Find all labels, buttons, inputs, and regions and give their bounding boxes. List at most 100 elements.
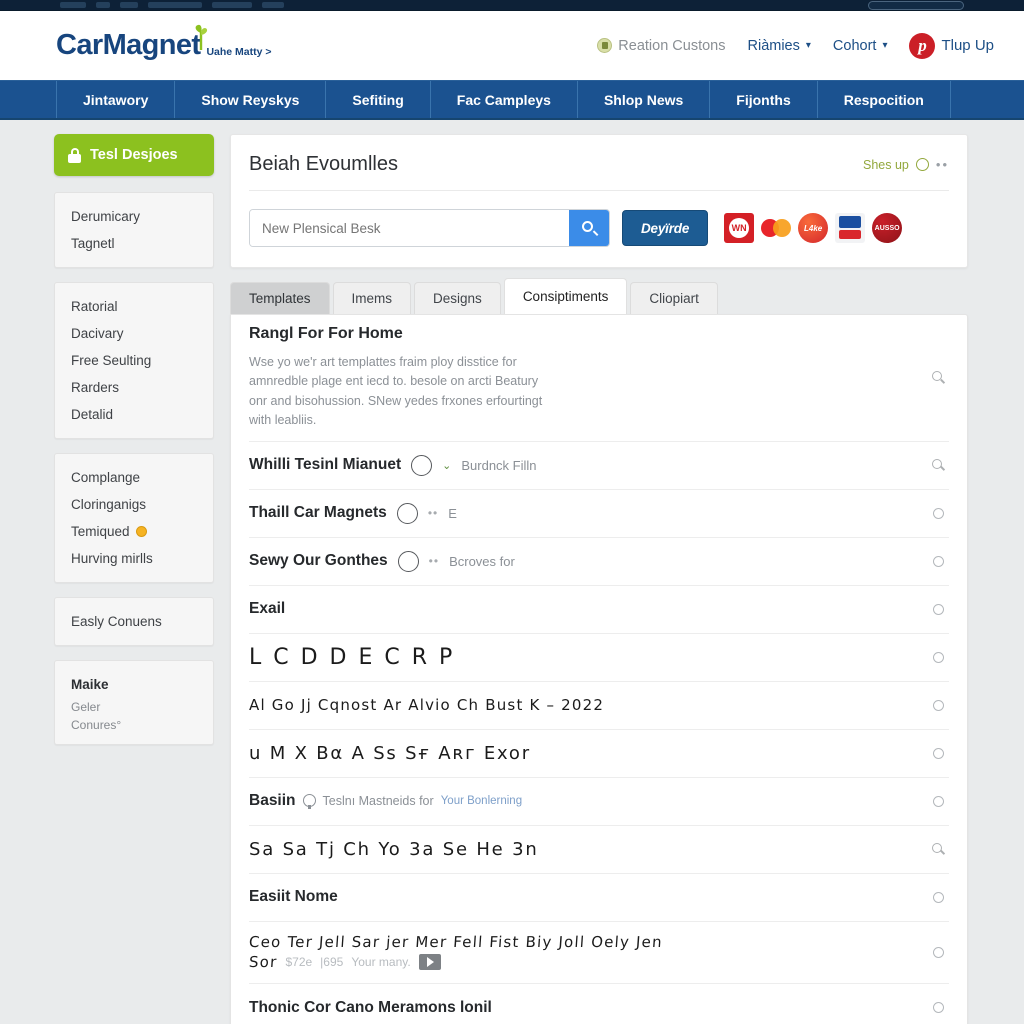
browser-tab[interactable]	[60, 2, 86, 8]
browser-tab[interactable]	[148, 2, 202, 8]
sidebar-item-rarders[interactable]: Rarders	[55, 374, 213, 401]
header-link-reation-customs[interactable]: Reation Custons	[597, 38, 726, 54]
tab-cliopiart[interactable]: Cliopiart	[630, 282, 718, 314]
ausso-icon[interactable]: AUSSO	[872, 213, 903, 243]
table-row[interactable]: Al Go Jj Cqnost Ar Alvio Ch Bust K – 202…	[249, 682, 949, 730]
row-circle-icon[interactable]	[927, 747, 949, 759]
tab-consiptiments[interactable]: Consiptiments	[503, 278, 628, 314]
sidebar-item-free-seulting[interactable]: Free Seulting	[55, 347, 213, 374]
search-row: Deyïrde WN L4ke AUSSO	[249, 191, 949, 247]
row-circle-icon[interactable]	[927, 795, 949, 807]
sidebar-item-easly-conuens[interactable]: Easly Conuens	[55, 608, 213, 635]
search-button[interactable]	[569, 210, 609, 246]
row-title: Exail	[249, 600, 286, 617]
play-icon[interactable]	[418, 954, 441, 970]
nav-item-0[interactable]: Jintawory	[56, 81, 174, 118]
payment-icons: WN L4ke AUSSO	[724, 213, 903, 243]
radio-circle-icon[interactable]	[397, 550, 419, 572]
nav-item-1[interactable]: Show Reyskys	[174, 81, 325, 118]
row-search-icon[interactable]	[927, 371, 949, 384]
tab-imems[interactable]: Imems	[332, 282, 412, 314]
blue-card-icon[interactable]	[835, 213, 866, 243]
sidebar-item-conures[interactable]: Conures°	[55, 716, 213, 734]
browser-tab[interactable]	[262, 2, 284, 8]
intro-body: Wse yo we'r art templattes fraim ploy di…	[249, 355, 543, 428]
signup-link[interactable]: p Tlup Up	[909, 32, 994, 59]
row-search-icon[interactable]	[927, 458, 949, 472]
sidebar-item-cloringanigs[interactable]: Cloringanigs	[55, 491, 213, 518]
browser-tab[interactable]	[120, 2, 138, 8]
tab-bar: Templates Imems Designs Consiptiments Cl…	[230, 278, 968, 314]
sidebar-item-detalid[interactable]: Detalid	[55, 401, 213, 428]
radio-circle-icon[interactable]	[396, 502, 418, 524]
sidebar-item-derumicary[interactable]: Derumicary	[55, 203, 213, 230]
row-circle-icon[interactable]	[927, 603, 949, 615]
table-row[interactable]: Whilli Tesinl Mianuet ⌄ Burdnck Filln	[249, 442, 949, 490]
row-content: Basiin Teslnı Mastneids for Your Bonlern…	[249, 792, 927, 810]
nav-item-3[interactable]: Fac Campleys	[429, 81, 577, 118]
row-link[interactable]: Your Bonlerning	[441, 795, 522, 807]
nav-item-6[interactable]: Respocition	[816, 81, 951, 118]
logo-tagline: Uahe Matty >	[206, 46, 272, 58]
logo[interactable]: CarMagnet Uahe Matty >	[56, 24, 272, 60]
wen-icon[interactable]: WN	[724, 213, 755, 243]
row-circle-icon[interactable]	[927, 507, 949, 519]
sidebar-item-geler[interactable]: Geler	[55, 698, 213, 716]
sidebar-item-hurving-mirlls[interactable]: Hurving mirlls	[55, 545, 213, 572]
lyke-icon[interactable]: L4ke	[798, 213, 829, 243]
overflow-menu-icon[interactable]: ••	[936, 157, 949, 172]
table-row[interactable]: Thonic Cor Cano Meramons lonil	[249, 984, 949, 1024]
sidebar-item-ratorial[interactable]: Ratorial	[55, 293, 213, 320]
browser-tab[interactable]	[96, 2, 110, 8]
sidebar-group-2: Complange Cloringanigs Temiqued Hurving …	[54, 453, 214, 583]
table-row[interactable]: Basiin Teslnı Mastneids for Your Bonlern…	[249, 778, 949, 826]
row-circle-icon[interactable]	[927, 651, 949, 663]
pay-button[interactable]: Deyïrde	[622, 210, 709, 246]
nav-item-2[interactable]: Sefiting	[325, 81, 429, 118]
font-sample-text: u M X Bα A Sѕ Sғ Aʀг Exor	[249, 742, 531, 764]
sidebar-item-maike[interactable]: Maike	[55, 671, 213, 698]
location-pin-icon	[302, 793, 316, 809]
page-content: Tesl Desjoes Derumicary Tagnetl Ratorial…	[0, 120, 1024, 1024]
table-row[interactable]: Easiit Nome	[249, 874, 949, 922]
row-circle-icon[interactable]	[927, 699, 949, 711]
list-item[interactable]: Rangl For For Home Wse yo we'r art templ…	[249, 315, 949, 442]
row-circle-icon[interactable]	[927, 891, 949, 903]
table-row[interactable]: L C D D E C R P	[249, 634, 949, 682]
row-search-icon[interactable]	[927, 842, 949, 856]
browser-tab[interactable]	[212, 2, 252, 8]
row-subtitle: Teslnı Mastneids for	[322, 794, 434, 808]
mastercard-icon[interactable]	[761, 213, 792, 243]
row-circle-icon[interactable]	[927, 1002, 949, 1013]
nav-item-4[interactable]: Shlop News	[576, 81, 709, 118]
table-row[interactable]: Sa Sa Tj Ch Yo 3a Se He 3n	[249, 826, 949, 874]
row-circle-icon[interactable]	[927, 946, 949, 958]
table-row[interactable]: Exail	[249, 586, 949, 634]
tab-designs[interactable]: Designs	[414, 282, 501, 314]
sidebar-item-dacivary[interactable]: Dacivary	[55, 320, 213, 347]
row-content: Ceo Ter Jell Sar jer Mer Fell Fist Biy J…	[248, 933, 927, 971]
header-link-cohort[interactable]: Cohort ▾	[833, 38, 888, 54]
radio-circle-icon[interactable]	[411, 454, 433, 476]
table-row[interactable]: u M X Bα A Sѕ Sғ Aʀг Exor	[249, 730, 949, 778]
sidebar-item-complange[interactable]: Complange	[55, 464, 213, 491]
row-content: Whilli Tesinl Mianuet ⌄ Burdnck Filln	[249, 454, 927, 476]
font-sample-text: Al Go Jj Cqnost Ar Alvio Ch Bust K – 202…	[249, 695, 605, 714]
nav-item-5[interactable]: Fijonths	[709, 81, 816, 118]
sidebar-item-tagnetl[interactable]: Tagnetl	[55, 230, 213, 257]
search-input[interactable]	[250, 210, 569, 246]
header-link-riamies[interactable]: Riàmies ▾	[748, 38, 811, 54]
heart-icon[interactable]	[915, 158, 929, 171]
row-circle-icon[interactable]	[927, 555, 949, 567]
row-content: Easiit Nome	[249, 888, 927, 906]
table-row[interactable]: Thaill Car Magnets •• E	[249, 490, 949, 538]
table-row[interactable]: Ceo Ter Jell Sar jer Mer Fell Fist Biy J…	[248, 922, 949, 984]
test-designs-button[interactable]: Tesl Desjoes	[54, 134, 214, 176]
browser-chrome	[0, 0, 1024, 11]
tab-templates[interactable]: Templates	[230, 282, 330, 314]
chevron-down-icon: ⌄	[442, 459, 452, 472]
address-bar[interactable]	[868, 1, 964, 10]
panel-actions[interactable]: Shes up ••	[863, 157, 949, 172]
table-row[interactable]: Sewy Our Gonthes •• Bcroves for	[249, 538, 949, 586]
sidebar-item-temiqued[interactable]: Temiqued	[55, 518, 213, 545]
